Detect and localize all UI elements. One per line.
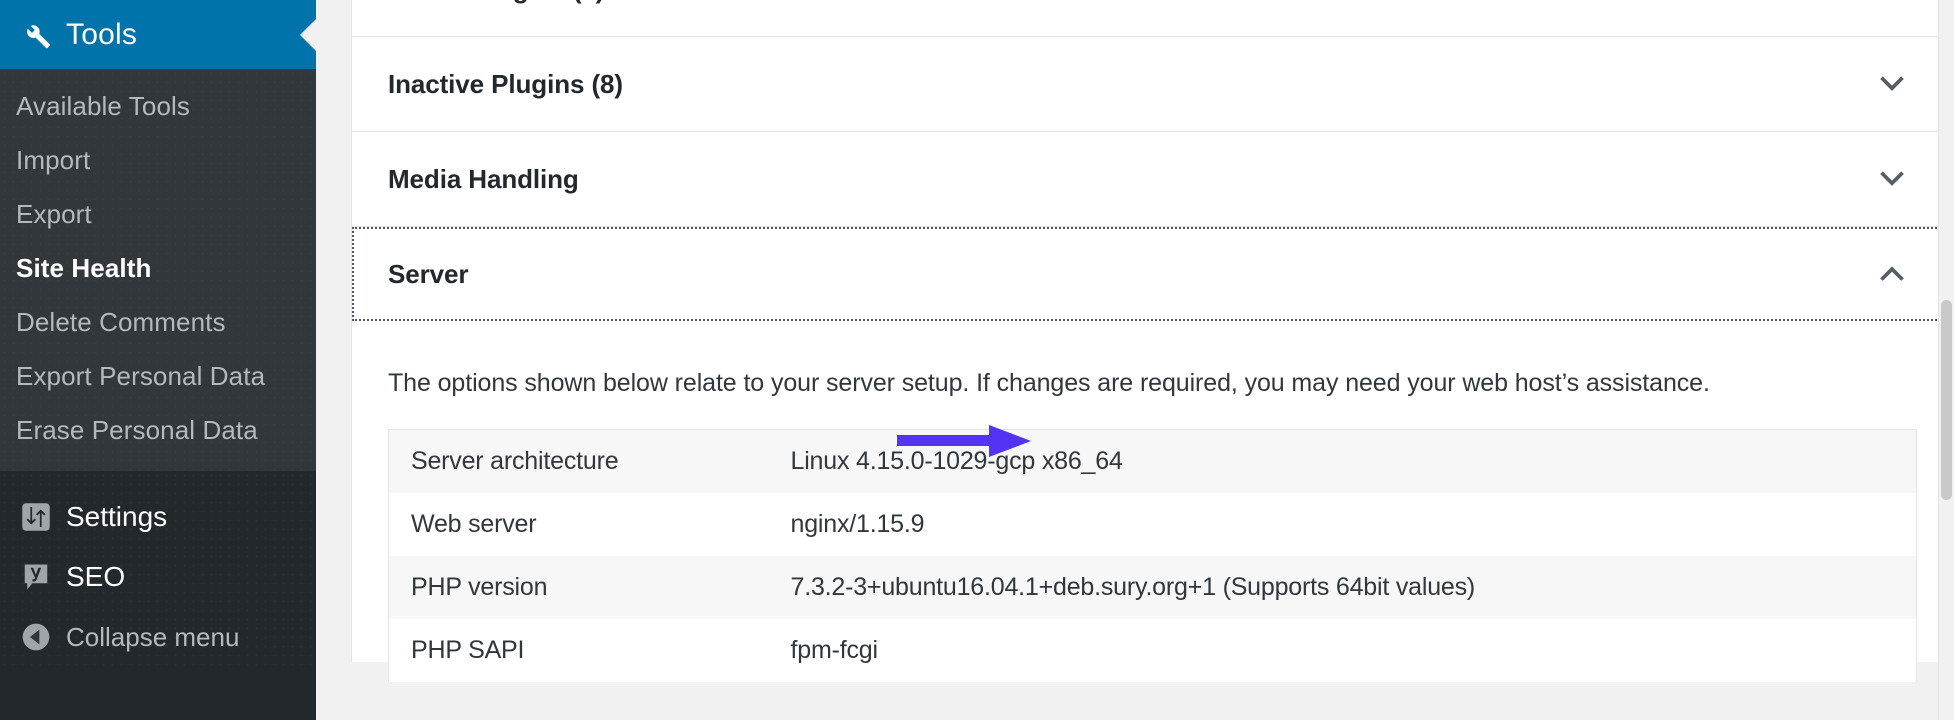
sidebar-item-export-personal-data[interactable]: Export Personal Data (0, 349, 316, 403)
yoast-seo-icon (16, 562, 56, 592)
accordion-header-server[interactable]: Server (352, 227, 1953, 321)
table-row: PHP SAPI fpm-fcgi (388, 618, 1917, 682)
accordion-title-server: Server (388, 258, 469, 289)
accordion-header-inactive-plugins[interactable]: Inactive Plugins (8) (352, 37, 1953, 131)
collapse-left-icon (16, 621, 56, 653)
accordion-section-inactive-plugins: Inactive Plugins (8) (352, 37, 1953, 132)
chevron-up-icon[interactable] (1875, 257, 1909, 291)
accordion-section-server: Server (352, 227, 1953, 321)
row-value-server-architecture: Linux 4.15.0-1029-gcp x86_64 (790, 446, 1123, 475)
sidebar-item-settings-label: Settings (66, 501, 168, 532)
row-value-web-server: nginx/1.15.9 (790, 509, 925, 538)
sidebar-item-seo[interactable]: SEO (0, 547, 316, 607)
sidebar-item-seo-label: SEO (66, 561, 126, 592)
sidebar-item-delete-comments[interactable]: Delete Comments (0, 295, 316, 349)
sidebar-item-import[interactable]: Import (0, 133, 316, 187)
chevron-down-icon[interactable] (1875, 0, 1909, 6)
table-row: Web server nginx/1.15.9 (388, 492, 1917, 556)
server-section-description: The options shown below relate to your s… (388, 369, 1710, 397)
server-section-body: The options shown below relate to your s… (352, 321, 1953, 682)
accordion-section-media-handling: Media Handling (352, 132, 1953, 227)
vertical-scrollbar[interactable] (1938, 0, 1954, 720)
accordion-section-active-plugins: Active Plugins (8) (352, 0, 1953, 37)
sidebar-item-settings[interactable]: Settings (0, 487, 316, 547)
sidebar-item-site-health[interactable]: Site Health (0, 241, 316, 295)
accordion-title-inactive-plugins: Inactive Plugins (8) (388, 68, 623, 99)
menu-header-pointer-icon (300, 17, 317, 52)
collapse-menu-button[interactable]: Collapse menu (0, 607, 316, 667)
row-key-php-version: PHP version (411, 572, 548, 601)
sidebar-menu-header-label: Tools (66, 17, 138, 51)
accordion-title-active-plugins: Active Plugins (8) (388, 0, 604, 5)
row-value-php-sapi: fpm-fcgi (790, 635, 879, 664)
site-health-info-panel: Active Plugins (8) Inactive Plugins (8) (351, 0, 1954, 682)
main-content: Active Plugins (8) Inactive Plugins (8) (316, 0, 1954, 720)
sidebar-item-erase-personal-data[interactable]: Erase Personal Data (0, 403, 316, 457)
row-value-php-version: 7.3.2-3+ubuntu16.04.1+deb.sury.org+1 (Su… (790, 572, 1476, 601)
chevron-down-icon[interactable] (1875, 162, 1909, 196)
server-info-table: Server architecture Linux 4.15.0-1029-gc… (388, 428, 1917, 682)
row-key-php-sapi: PHP SAPI (411, 635, 525, 664)
tools-submenu: Available Tools Import Export Site Healt… (0, 69, 316, 471)
accordion-header-active-plugins[interactable]: Active Plugins (8) (352, 0, 1953, 36)
admin-sidebar: Tools Available Tools Import Export Site… (0, 0, 317, 720)
site-health-screen: Tools Available Tools Import Export Site… (0, 0, 1954, 720)
sliders-icon (16, 502, 56, 532)
row-key-web-server: Web server (411, 509, 537, 538)
sidebar-menu-header-tools[interactable]: Tools (0, 0, 317, 69)
row-key-server-architecture: Server architecture (411, 446, 619, 475)
table-row: PHP version 7.3.2-3+ubuntu16.04.1+deb.su… (388, 555, 1917, 619)
sidebar-bottom-menu: Settings SEO Collapse menu (0, 471, 316, 667)
accordion-header-media-handling[interactable]: Media Handling (352, 132, 1953, 226)
sidebar-item-available-tools[interactable]: Available Tools (0, 79, 316, 133)
wrench-icon (16, 18, 56, 52)
collapse-menu-label: Collapse menu (66, 621, 240, 652)
chevron-down-icon[interactable] (1875, 67, 1909, 101)
sidebar-item-export[interactable]: Export (0, 187, 316, 241)
accordion-title-media-handling: Media Handling (388, 163, 579, 194)
table-row: Server architecture Linux 4.15.0-1029-gc… (388, 429, 1917, 493)
scrollbar-thumb[interactable] (1941, 300, 1952, 500)
